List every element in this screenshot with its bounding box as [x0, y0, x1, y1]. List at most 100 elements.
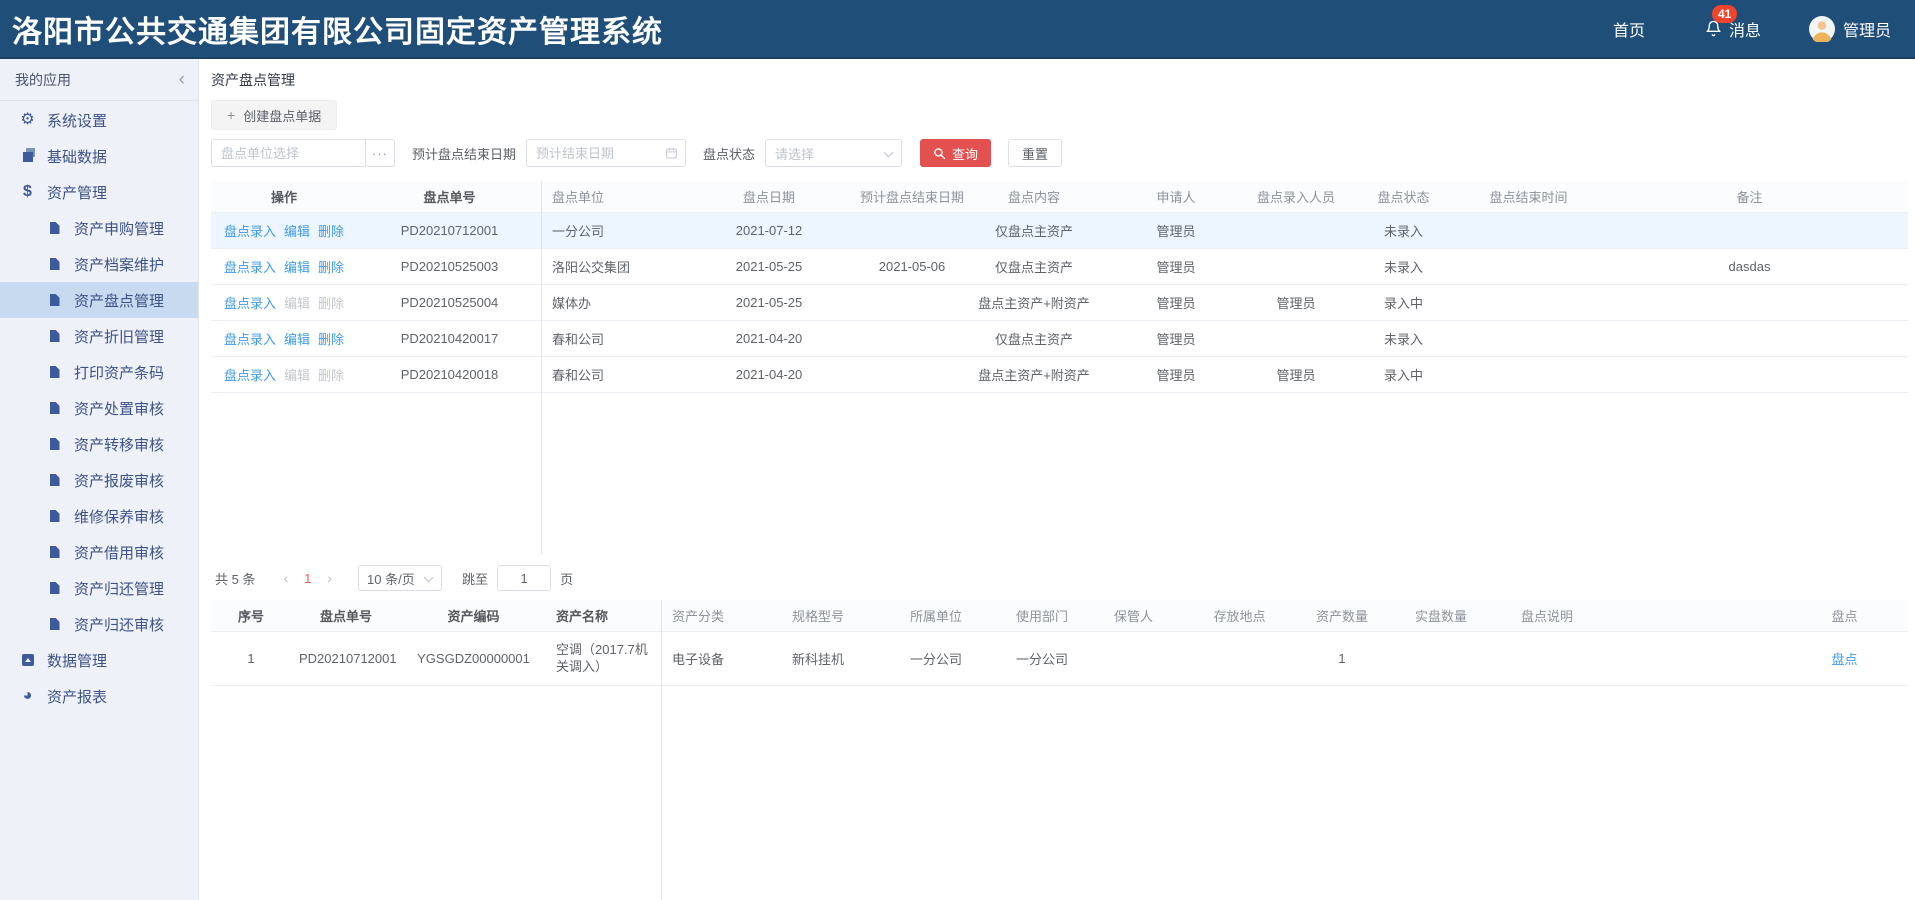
- cell-status: 未录入: [1341, 212, 1466, 248]
- jump-suffix: 页: [560, 569, 573, 588]
- cell-remark: dasdas: [1591, 248, 1908, 284]
- sidebar-item-asset-purchase[interactable]: 资产申购管理: [0, 210, 198, 246]
- query-button[interactable]: 查询: [920, 139, 991, 167]
- col-model: 规格型号: [782, 600, 900, 631]
- cell-expected-end: [857, 320, 967, 356]
- col-order-code: 盘点单号: [291, 600, 401, 631]
- cell-location: [1166, 631, 1313, 685]
- pagination: 共 5 条 ‹ 1 › 10 条/页 跳至 页: [215, 564, 1907, 592]
- entry-link[interactable]: 盘点录入: [224, 224, 276, 239]
- main-content: 资产盘点管理 + 创建盘点单据 ··· 预计盘点结束日期 盘点状态 请选择 查询…: [199, 59, 1915, 900]
- sidebar-item-asset-borrow-audit[interactable]: 资产借用审核: [0, 534, 198, 570]
- cell-applicant: 管理员: [1101, 212, 1251, 248]
- topbar: 洛阳市公共交通集团有限公司固定资产管理系统 首页 41 消息 管理员: [0, 0, 1915, 59]
- edit-link[interactable]: 编辑: [284, 260, 310, 275]
- cell-expected-end: 2021-05-06: [857, 248, 967, 284]
- sidebar-item-asset-return-audit[interactable]: 资产归还审核: [0, 606, 198, 642]
- cell-end-time: [1466, 284, 1591, 320]
- delete-link[interactable]: 删除: [318, 260, 344, 275]
- file-icon: [46, 438, 63, 450]
- sidebar-item-asset-depreciation[interactable]: 资产折旧管理: [0, 318, 198, 354]
- nav-home[interactable]: 首页: [1613, 17, 1645, 41]
- sidebar-item-system-settings[interactable]: ⚙ 系统设置: [0, 102, 198, 138]
- cell-order-code: PD20210712001: [291, 631, 401, 685]
- cell-end-time: [1466, 356, 1591, 392]
- pie-chart-icon: ◕: [19, 688, 36, 704]
- edit-link[interactable]: 编辑: [284, 332, 310, 347]
- inventory-table: 操作 盘点单号 盘点单位 盘点日期 预计盘点结束日期 盘点内容 申请人 盘点录入…: [211, 181, 1908, 393]
- cell-end-time: [1466, 320, 1591, 356]
- unit-select-input[interactable]: [211, 139, 366, 167]
- nav-messages[interactable]: 41 消息: [1705, 17, 1761, 41]
- delete-link-disabled: 删除: [318, 368, 344, 383]
- file-icon: [46, 258, 63, 270]
- col-category: 资产分类: [662, 600, 782, 631]
- file-icon: [46, 510, 63, 522]
- entry-link[interactable]: 盘点录入: [224, 332, 276, 347]
- edit-link[interactable]: 编辑: [284, 224, 310, 239]
- sidebar-item-print-barcode[interactable]: 打印资产条码: [0, 354, 198, 390]
- file-icon: [46, 294, 63, 306]
- sidebar-item-asset-transfer-audit[interactable]: 资产转移审核: [0, 426, 198, 462]
- cell-remark: [1591, 284, 1908, 320]
- col-location: 存放地点: [1166, 600, 1313, 631]
- delete-link[interactable]: 删除: [318, 224, 344, 239]
- sidebar-item-maintenance-audit[interactable]: 维修保养审核: [0, 498, 198, 534]
- col-actual-qty: 实盘数量: [1371, 600, 1511, 631]
- unit-more-button[interactable]: ···: [366, 139, 395, 167]
- user-menu[interactable]: 管理员: [1809, 16, 1891, 42]
- table-row: 盘点录入编辑删除 PD20210525004 媒体办 2021-05-25 盘点…: [211, 284, 1908, 320]
- sidebar-item-asset-management[interactable]: $ 资产管理: [0, 174, 198, 210]
- delete-link[interactable]: 删除: [318, 332, 344, 347]
- cell-content: 盘点主资产+附资产: [967, 356, 1101, 392]
- cell-date: 2021-05-25: [681, 248, 857, 284]
- table-row: 盘点录入编辑删除 PD20210420017 春和公司 2021-04-20 仅…: [211, 320, 1908, 356]
- cell-date: 2021-07-12: [681, 212, 857, 248]
- cell-end-time: [1466, 248, 1591, 284]
- page-size-select[interactable]: 10 条/页: [358, 565, 442, 591]
- table-row: 盘点录入编辑删除 PD20210420018 春和公司 2021-04-20 盘…: [211, 356, 1908, 392]
- unit-select-group: ···: [211, 139, 395, 167]
- sidebar-item-asset-disposal-audit[interactable]: 资产处置审核: [0, 390, 198, 426]
- sidebar: 我的应用 ‹ ⚙ 系统设置 基础数据 $ 资产管理 资产申购管理 资产档案维护 …: [0, 59, 199, 900]
- chevron-down-icon: [884, 148, 894, 158]
- collapse-sidebar-icon[interactable]: ‹: [179, 70, 185, 89]
- col-status: 盘点状态: [1341, 181, 1466, 212]
- entry-link[interactable]: 盘点录入: [224, 368, 276, 383]
- sidebar-item-asset-inventory[interactable]: 资产盘点管理: [0, 282, 198, 318]
- entry-link[interactable]: 盘点录入: [224, 260, 276, 275]
- cell-expected-end: [857, 212, 967, 248]
- sidebar-item-asset-archive[interactable]: 资产档案维护: [0, 246, 198, 282]
- search-icon: [933, 147, 946, 160]
- prev-page-button[interactable]: ‹: [277, 570, 294, 586]
- col-remark: 备注: [1591, 181, 1908, 212]
- cell-applicant: 管理员: [1101, 320, 1251, 356]
- inventory-link[interactable]: 盘点: [1831, 652, 1857, 667]
- gear-icon: ⚙: [19, 112, 36, 128]
- sidebar-item-data-management[interactable]: 数据管理: [0, 642, 198, 678]
- cell-asset-name: 空调（2017.7机关调入）: [546, 631, 662, 685]
- col-expected-end: 预计盘点结束日期: [857, 181, 967, 212]
- cell-order-code: PD20210420017: [357, 320, 542, 356]
- cell-actual-qty: [1371, 631, 1511, 685]
- entry-link[interactable]: 盘点录入: [224, 296, 276, 311]
- page-number[interactable]: 1: [304, 571, 311, 586]
- next-page-button[interactable]: ›: [321, 570, 338, 586]
- sidebar-item-asset-return-management[interactable]: 资产归还管理: [0, 570, 198, 606]
- export-box-icon: [19, 654, 36, 666]
- sidebar-item-asset-report[interactable]: ◕ 资产报表: [0, 678, 198, 714]
- cell-recorder: 管理员: [1251, 356, 1341, 392]
- reset-button[interactable]: 重置: [1008, 139, 1062, 167]
- create-inventory-button[interactable]: + 创建盘点单据: [211, 100, 337, 130]
- jump-page-input[interactable]: [497, 565, 551, 591]
- col-asset-name: 资产名称: [546, 600, 662, 631]
- col-order-code: 盘点单号: [357, 181, 542, 212]
- sidebar-item-base-data[interactable]: 基础数据: [0, 138, 198, 174]
- cell-order-code: PD20210525003: [357, 248, 542, 284]
- expected-end-date-input[interactable]: [526, 139, 686, 167]
- copy-icon: [19, 150, 36, 162]
- cell-expected-end: [857, 356, 967, 392]
- cell-status: 录入中: [1341, 356, 1466, 392]
- status-select[interactable]: 请选择: [765, 139, 902, 167]
- sidebar-item-asset-scrap-audit[interactable]: 资产报废审核: [0, 462, 198, 498]
